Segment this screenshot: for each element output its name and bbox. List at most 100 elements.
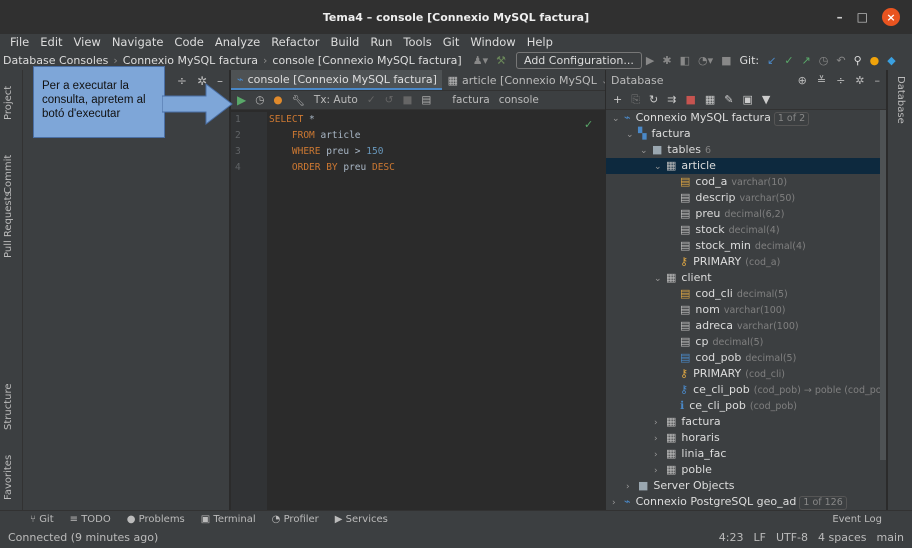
chevron-down-icon[interactable]: ⌄ — [640, 143, 652, 159]
scrollbar[interactable] — [880, 110, 886, 460]
search-icon[interactable]: ⚲ — [854, 54, 862, 67]
tree-item[interactable]: ▤ cod_pob decimal(5) — [606, 350, 886, 366]
cancel-icon[interactable]: ■ — [402, 94, 412, 106]
tool-profiler[interactable]: ◔ Profiler — [272, 514, 319, 525]
chevron-down-icon[interactable]: ⌄ — [626, 127, 638, 143]
tree-item[interactable]: › ■ Server Objects — [606, 478, 886, 494]
menu-edit[interactable]: Edit — [40, 35, 62, 49]
schema-dropdown[interactable]: factura — [452, 94, 489, 106]
rollback-icon[interactable]: ↺ — [385, 94, 394, 106]
add-configuration-button[interactable]: Add Configuration... — [515, 51, 642, 69]
edit-icon[interactable]: ✎ — [724, 93, 733, 106]
session-dropdown[interactable]: console — [499, 94, 539, 106]
tab-article[interactable]: ▦ article [Connexio MySQL ⌄ — [442, 70, 605, 90]
chevron-down-icon[interactable]: ⌄ — [654, 159, 666, 175]
explain-icon[interactable]: ● — [273, 94, 282, 106]
schema-sync-icon[interactable]: ⇉ — [667, 93, 676, 106]
console-icon[interactable]: ▣ — [743, 93, 753, 106]
tool-git[interactable]: ⑂ Git — [30, 514, 54, 525]
history-icon[interactable]: ◷ — [819, 54, 829, 67]
tx-mode-dropdown[interactable]: Tx: Auto — [314, 94, 358, 106]
menu-tools[interactable]: Tools — [403, 35, 431, 49]
chevron-down-icon[interactable]: ⌄ — [654, 271, 666, 287]
expand-icon[interactable]: ≚ — [817, 74, 826, 87]
maximize-button[interactable]: □ — [857, 10, 868, 24]
collapse-icon[interactable]: ÷ — [836, 74, 845, 87]
breadcrumb-console[interactable]: console [Connexio MySQL factura] — [269, 54, 464, 67]
tab-structure[interactable]: Structure — [3, 383, 14, 430]
tree-item[interactable]: ⌄ ▚ factura — [606, 126, 886, 142]
tree-item[interactable]: ⌄ ▦ client — [606, 270, 886, 286]
tree-item[interactable]: ▤ cod_cli decimal(5) — [606, 286, 886, 302]
output-icon[interactable]: ▤ — [421, 94, 431, 106]
table-editor-icon[interactable]: ▦ — [705, 93, 715, 106]
tree-item[interactable]: ▤ cod_a varchar(10) — [606, 174, 886, 190]
close-button[interactable]: × — [882, 8, 900, 26]
tree-item[interactable]: › ▦ factura — [606, 414, 886, 430]
schema-count-badge[interactable]: 1 of 126 — [799, 496, 847, 510]
tree-item[interactable]: ▤ descrip varchar(50) — [606, 190, 886, 206]
tab-pull-requests[interactable]: Pull Requests — [3, 191, 14, 258]
tree-item[interactable]: ▤ preu decimal(6,2) — [606, 206, 886, 222]
event-log-button[interactable]: Event Log — [832, 514, 912, 525]
menu-window[interactable]: Window — [470, 35, 515, 49]
tree-item[interactable]: ℹ ce_cli_pob (cod_pob) — [606, 398, 886, 414]
gear-icon[interactable]: ✲ — [855, 74, 864, 87]
refresh-icon[interactable]: ↻ — [649, 93, 658, 106]
line-ending[interactable]: LF — [753, 531, 765, 544]
globe-icon[interactable]: ⊕ — [798, 74, 807, 87]
wrench-icon[interactable]: 🔧︎ — [292, 94, 305, 107]
tree-item[interactable]: ▤ stock decimal(4) — [606, 222, 886, 238]
hide-icon[interactable]: – — [875, 74, 881, 87]
add-icon[interactable]: + — [613, 93, 622, 106]
tab-favorites[interactable]: Favorites — [3, 455, 14, 500]
chevron-right-icon[interactable]: › — [654, 447, 666, 463]
tree-item[interactable]: ⚷ ce_cli_pob (cod_pob) → poble (cod_pob) — [606, 382, 886, 398]
menu-code[interactable]: Code — [174, 35, 203, 49]
tab-console[interactable]: ⌁ console [Connexio MySQL factura] × — [231, 70, 442, 90]
menu-git[interactable]: Git — [443, 35, 460, 49]
minimize-button[interactable]: – — [837, 10, 843, 24]
tool-problems[interactable]: ● Problems — [127, 514, 185, 525]
tab-project[interactable]: Project — [3, 86, 14, 120]
chevron-right-icon[interactable]: › — [654, 463, 666, 479]
chevron-down-icon[interactable]: ⌄ — [612, 111, 624, 127]
commit-icon[interactable]: ✓ — [367, 94, 376, 106]
tree-item[interactable]: ▤ stock_min decimal(4) — [606, 238, 886, 254]
run-icon[interactable]: ▶ — [646, 54, 654, 67]
menu-analyze[interactable]: Analyze — [215, 35, 260, 49]
filter-icon[interactable]: ▼ — [762, 93, 770, 106]
tree-item[interactable]: ▤ cp decimal(5) — [606, 334, 886, 350]
file-encoding[interactable]: UTF-8 — [776, 531, 808, 544]
chevron-right-icon[interactable]: › — [612, 495, 624, 510]
caret-position[interactable]: 4:23 — [719, 531, 744, 544]
breadcrumb-connection[interactable]: Connexio MySQL factura — [120, 54, 261, 67]
update-icon[interactable]: ● — [870, 54, 880, 67]
tree-item[interactable]: ⚷ PRIMARY (cod_cli) — [606, 366, 886, 382]
tree-item[interactable]: ⚷ PRIMARY (cod_a) — [606, 254, 886, 270]
indent-setting[interactable]: 4 spaces — [818, 531, 867, 544]
history-icon[interactable]: ◷ — [255, 94, 264, 106]
chevron-right-icon[interactable]: › — [654, 431, 666, 447]
tree-item[interactable]: ⌄ ■ tables 6 — [606, 142, 886, 158]
menu-file[interactable]: File — [10, 35, 29, 49]
tool-todo[interactable]: ≡ TODO — [70, 514, 111, 525]
code-line[interactable]: ORDER BY preu DESC — [269, 160, 395, 176]
tool-terminal[interactable]: ▣ Terminal — [201, 514, 256, 525]
execute-icon[interactable]: ▶ — [237, 93, 246, 107]
code-line[interactable]: SELECT * — [269, 112, 315, 128]
menu-build[interactable]: Build — [330, 35, 359, 49]
tree-item[interactable]: › ▦ horaris — [606, 430, 886, 446]
git-commit-icon[interactable]: ✓ — [784, 54, 793, 67]
tab-commit[interactable]: Commit — [3, 155, 14, 194]
profile-icon[interactable]: ◔▾ — [698, 54, 713, 67]
breadcrumb-consoles[interactable]: Database Consoles — [0, 54, 111, 67]
schema-count-badge[interactable]: 1 of 2 — [773, 112, 810, 126]
hammer-icon[interactable]: ⚒ — [496, 54, 506, 67]
stop-icon[interactable]: ■ — [685, 93, 695, 106]
user-icon[interactable]: ♟▾ — [473, 54, 488, 67]
debug-icon[interactable]: ✱ — [662, 54, 671, 67]
tree-item[interactable]: › ⌁ Connexio PostgreSQL geo_ad 1 of 126 — [606, 494, 886, 510]
menu-refactor[interactable]: Refactor — [271, 35, 319, 49]
tree-item[interactable]: ⌄ ▦ article — [606, 158, 886, 174]
